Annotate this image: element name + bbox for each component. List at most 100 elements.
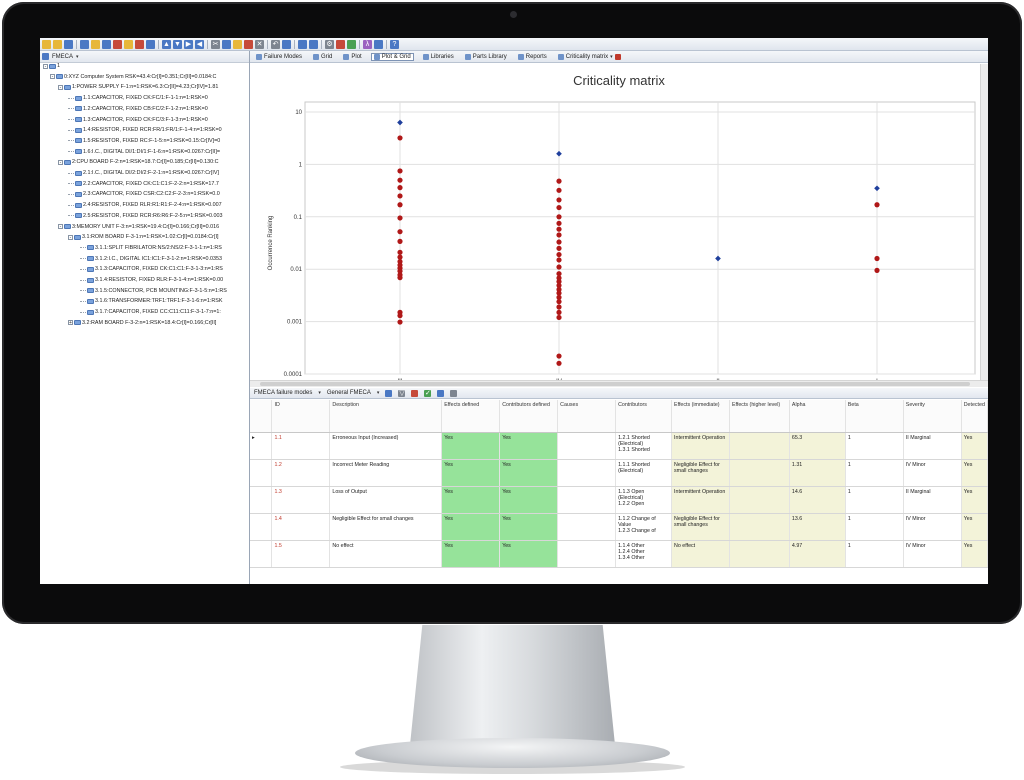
- remove-filter-icon[interactable]: [411, 389, 419, 397]
- cell-causes[interactable]: [557, 486, 617, 514]
- tree-node[interactable]: 3.1.6:TRANSFORMER:TRF1:TRF1:F-3-1-6:n=1:…: [80, 298, 222, 304]
- tab-libraries[interactable]: Libraries: [421, 53, 456, 60]
- traffic-light-icon[interactable]: [347, 39, 356, 49]
- cell-description[interactable]: Negligible Effect for small changes: [329, 513, 443, 541]
- cut-icon[interactable]: ✂: [211, 39, 220, 49]
- cell-contributors-defined[interactable]: Yes: [499, 513, 559, 541]
- cell-severity[interactable]: II Marginal: [903, 432, 962, 460]
- export-grid-icon[interactable]: [437, 389, 445, 397]
- tree-node[interactable]: - 0:XYZ Computer System RSK=43.4:Cr[I]=0.…: [50, 74, 216, 80]
- cell-marker[interactable]: [250, 459, 273, 487]
- check-icon[interactable]: ✓: [424, 389, 432, 397]
- tab-plot-grid[interactable]: Plot & Grid: [370, 52, 414, 61]
- cell-beta[interactable]: 1: [845, 432, 904, 460]
- cell-causes[interactable]: [557, 432, 617, 460]
- cell-alpha[interactable]: 1.31: [789, 459, 846, 487]
- cell-contributors[interactable]: 1.1.4 Other 1.2.4 Other 1.3.4 Other: [615, 540, 673, 568]
- table-row[interactable]: 1.4 Negligible Effect for small changes Ye…: [250, 513, 988, 541]
- tab-reports[interactable]: Reports: [516, 53, 549, 60]
- paste-icon[interactable]: [233, 39, 242, 49]
- open-folder-icon[interactable]: [42, 39, 51, 49]
- cell-effects-higher[interactable]: [729, 513, 790, 541]
- tree-node[interactable]: 2.1:I.C., DIGITAL DI/2:DI/2:F-2-1:n=1:RS…: [68, 170, 219, 176]
- tree-node[interactable]: 2.4:RESISTOR, FIXED RLR:R1:R1:F-2-4:n=1:…: [68, 202, 222, 208]
- cell-alpha[interactable]: 14.6: [789, 486, 846, 514]
- cell-effects-defined[interactable]: Yes: [441, 459, 501, 487]
- tree-node[interactable]: - 1:POWER SUPPLY F-1:n=1:RSK=6.3:Cr[II]=4…: [58, 84, 218, 90]
- tree-node[interactable]: 3.1.4:RESISTOR, FIXED RLR:F-3-1-4:n=1:RS…: [80, 277, 223, 283]
- failure-modes-dropdown[interactable]: FMECA failure modes: [254, 390, 312, 396]
- fmeca-dropdown[interactable]: FMECA: [52, 54, 73, 60]
- column-header[interactable]: Effects defined: [441, 400, 501, 433]
- cell-effects-defined[interactable]: Yes: [441, 540, 501, 568]
- cell-effects-defined[interactable]: Yes: [441, 432, 501, 460]
- chevron-down-icon[interactable]: ▾: [377, 390, 380, 396]
- column-header[interactable]: Detected: [961, 400, 988, 433]
- cell-contributors[interactable]: 1.2.1 Shorted (Electrical) 1.3.1 Shorted: [615, 432, 673, 460]
- move-icon[interactable]: [124, 39, 133, 49]
- cell-marker[interactable]: [250, 513, 273, 541]
- report-icon[interactable]: [309, 39, 318, 49]
- cell-effects-immediate[interactable]: Intermittent Operation: [671, 486, 730, 514]
- export-icon[interactable]: [374, 39, 383, 49]
- column-header[interactable]: Contributors: [615, 400, 673, 433]
- cell-effects-immediate[interactable]: Negligible Effect for small changes: [671, 513, 730, 541]
- cell-contributors[interactable]: 1.1.2 Change of Value 1.2.3 Change of: [615, 513, 673, 541]
- paste-special-icon[interactable]: [244, 39, 253, 49]
- tree-node[interactable]: 3.1.3:CAPACITOR, FIXED CK:C1:C1:F-3-1-3:…: [80, 266, 223, 272]
- tree-node[interactable]: 1.6:I.C., DIGITAL DI/1:DI/1:F-1-6:n=1:RS…: [68, 149, 220, 155]
- cell-contributors-defined[interactable]: Yes: [499, 540, 559, 568]
- table-row[interactable]: ▸ 1.1 Erroneous Input (Increased) Yes Yes 1.2…: [250, 432, 988, 460]
- tree-node[interactable]: - 2:CPU BOARD F-2:n=1:RSK=18.7:Cr[I]=0.18…: [58, 159, 219, 165]
- cell-causes[interactable]: [557, 513, 617, 541]
- table-row[interactable]: 1.5 No effect Yes Yes 1.1.4 Other 1.2.4 Other…: [250, 540, 988, 568]
- cell-detected[interactable]: Yes: [961, 540, 988, 568]
- cell-alpha[interactable]: 4.97: [789, 540, 846, 568]
- cell-effects-higher[interactable]: [729, 540, 790, 568]
- cell-id[interactable]: 1.4: [271, 513, 331, 541]
- table-row[interactable]: 1.3 Loss of Output Yes Yes 1.1.3 Open (Elect…: [250, 486, 988, 514]
- chevron-down-icon[interactable]: ▾: [318, 390, 321, 396]
- settings-icon[interactable]: ⚙: [325, 39, 334, 49]
- cell-causes[interactable]: [557, 540, 617, 568]
- table-row[interactable]: 1.2 Incorrect Meter Reading Yes Yes 1.1.1 Sh…: [250, 459, 988, 487]
- tab-criticality-matrix[interactable]: Criticality matrix ▾: [556, 53, 623, 60]
- tab-failure-modes[interactable]: Failure Modes: [254, 53, 304, 60]
- cell-marker[interactable]: ▸: [250, 432, 273, 460]
- chevron-down-icon[interactable]: ▾: [76, 54, 79, 60]
- copy-icon[interactable]: [222, 39, 231, 49]
- outdent-icon[interactable]: ◀: [195, 39, 204, 49]
- column-header[interactable]: Alpha: [789, 400, 846, 433]
- column-header[interactable]: Effects (higher level): [729, 400, 790, 433]
- tree-node[interactable]: - 3.1:ROM BOARD F-3-1:n=1:RSK=1.02:Cr[I]=…: [68, 234, 218, 240]
- find-icon[interactable]: [450, 389, 458, 397]
- cell-alpha[interactable]: 65.3: [789, 432, 846, 460]
- new-folder-icon[interactable]: [53, 39, 62, 49]
- tab-plot[interactable]: Plot: [341, 53, 363, 60]
- tree-node[interactable]: 1.1:CAPACITOR, FIXED CK:FC/1:F-1-1:n=1:R…: [68, 95, 208, 101]
- cell-description[interactable]: Loss of Output: [329, 486, 443, 514]
- collapse-icon[interactable]: -: [50, 74, 55, 80]
- cell-id[interactable]: 1.5: [271, 540, 331, 568]
- add-part-icon[interactable]: [113, 39, 122, 49]
- tab-grid[interactable]: Grid: [311, 53, 334, 60]
- tree-node[interactable]: 2.5:RESISTOR, FIXED RCR:R6:R6:F-2-5:n=1:…: [68, 213, 223, 219]
- column-header[interactable]: Causes: [557, 400, 617, 433]
- tree-node[interactable]: 1.4:RESISTOR, FIXED RCR:FR/1:FR/1:F-1-4:…: [68, 127, 222, 133]
- cell-marker[interactable]: [250, 486, 273, 514]
- cell-contributors[interactable]: 1.1.3 Open (Electrical) 1.2.2 Open: [615, 486, 673, 514]
- cell-description[interactable]: Incorrect Meter Reading: [329, 459, 443, 487]
- column-header[interactable]: Beta: [845, 400, 904, 433]
- cell-beta[interactable]: 1: [845, 513, 904, 541]
- plot-horizontal-scrollbar[interactable]: [250, 380, 988, 387]
- undo-icon[interactable]: ↶: [271, 39, 280, 49]
- plot-vertical-scrollbar[interactable]: [980, 64, 988, 380]
- indent-icon[interactable]: ▶: [184, 39, 193, 49]
- tree-node[interactable]: 3.1.5:CONNECTOR, PCB MOUNTING:F-3-1-5:n=…: [80, 288, 227, 294]
- cell-detected[interactable]: Yes: [961, 486, 988, 514]
- cell-id[interactable]: 1.3: [271, 486, 331, 514]
- lambda-icon[interactable]: λ: [363, 39, 372, 49]
- tree-node[interactable]: 1.3:CAPACITOR, FIXED CK:FC/3:F-1-3:n=1:R…: [68, 117, 208, 123]
- cell-detected[interactable]: Yes: [961, 432, 988, 460]
- add-folder-icon[interactable]: [91, 39, 100, 49]
